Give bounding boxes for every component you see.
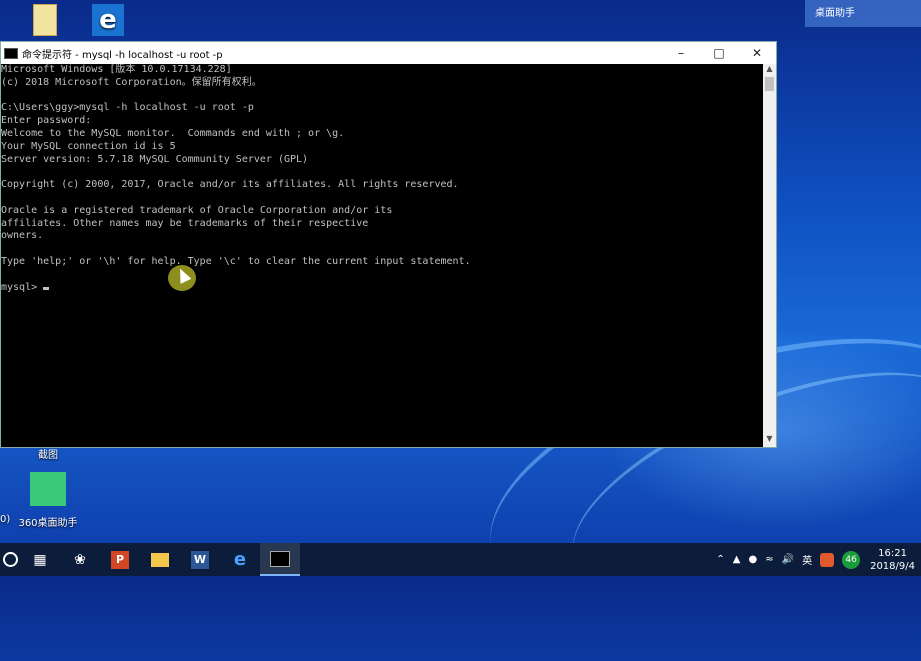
edge-desktop-icon[interactable]: e [88,4,128,40]
security-badge[interactable]: 46 [842,550,861,569]
console-line: affiliates. Other names may be trademark… [1,217,369,229]
pinwheel-icon: ❀ [74,551,86,568]
clock-date: 2018/9/4 [870,560,915,572]
desktop-assistant-label: 360桌面助手 [18,518,78,529]
task-view-icon: ▦ [33,551,47,568]
wifi-icon[interactable]: ≈ [765,554,773,565]
title-bar[interactable]: 命令提示符 - mysql -h localhost -u root -p – … [1,42,776,64]
cmd-icon [270,550,290,567]
partial-label: 0) [0,514,11,525]
mysql-prompt[interactable]: mysql> [1,282,764,295]
console-line: Microsoft Windows [版本 10.0.17134.228] [1,64,232,75]
desktop-assistant-icon [30,472,66,506]
ime-indicator[interactable]: 英 [802,552,812,567]
console-line: Server version: 5.7.18 MySQL Community S… [1,153,309,165]
vertical-scrollbar[interactable]: ▲ ▼ [763,64,776,447]
cmd-taskbar-button[interactable] [260,543,300,576]
screenshot-desktop-icon[interactable]: 截图 [28,446,68,461]
folder-icon [151,552,169,567]
powerpoint-icon: P [111,550,129,569]
partial-desktop-icon[interactable]: 0) [0,514,10,525]
cmd-window[interactable]: 命令提示符 - mysql -h localhost -u root -p – … [0,41,777,448]
people-icon[interactable]: ● [749,554,758,565]
cmd-icon [4,47,18,59]
console-line: Type 'help;' or '\h' for help. Type '\c'… [1,255,471,267]
close-button[interactable]: ✕ [738,46,776,60]
file-explorer-button[interactable] [140,543,180,576]
maximize-button[interactable]: □ [700,46,738,60]
window-title: 命令提示符 - mysql -h localhost -u root -p [22,49,223,61]
console-output[interactable]: Microsoft Windows [版本 10.0.17134.228] (c)… [1,64,764,447]
scroll-down-icon[interactable]: ▼ [763,434,776,447]
clock-time: 16:21 [878,547,907,559]
pinwheel-app-button[interactable]: ❀ [60,543,100,576]
taskbar: ▦ ❀ P W e ⌃ ▲ ● ≈ 🔊 英 46 16:21 2018/9/4 [0,543,921,576]
minimize-button[interactable]: – [662,46,700,60]
sogou-icon[interactable] [820,552,835,567]
clock[interactable]: 16:21 2018/9/4 [870,547,915,573]
system-tray: ⌃ ▲ ● ≈ 🔊 英 46 16:21 2018/9/4 [712,543,921,576]
console-line: Your MySQL connection id is 5 [1,140,176,152]
folder-doc-icon [33,4,57,36]
text-cursor [43,286,50,290]
console-line: Welcome to the MySQL monitor. Commands e… [1,127,345,139]
word-icon: W [191,550,209,569]
scroll-up-icon[interactable]: ▲ [763,64,776,77]
scroll-thumb[interactable] [765,77,774,91]
document-desktop-icon[interactable] [30,4,60,40]
console-line: Copyright (c) 2000, 2017, Oracle and/or … [1,179,459,191]
cortana-circle-icon [2,552,18,567]
powerpoint-button[interactable]: P [100,543,140,576]
console-line: Enter password: [1,115,92,127]
word-button[interactable]: W [180,543,220,576]
start-button[interactable] [0,543,20,576]
console-line: Oracle is a registered trademark of Orac… [1,204,393,216]
console-line: owners. [1,230,44,242]
edge-icon: e [92,4,124,36]
screenshot-label: 截图 [38,450,58,461]
task-view-button[interactable]: ▦ [20,543,60,576]
chevron-up-icon[interactable]: ⌃ [716,554,724,565]
volume-icon[interactable]: 🔊 [782,554,794,565]
desktop-assistant-panel[interactable]: 桌面助手 [805,0,921,27]
console-line: C:\Users\ggy>mysql -h localhost -u root … [1,102,254,114]
ie-button[interactable]: e [220,543,260,576]
notification-icon[interactable]: ▲ [733,554,741,565]
console-line: (c) 2018 Microsoft Corporation。保留所有权利。 [1,76,262,88]
desktop-assistant-shortcut[interactable]: 360桌面助手 [16,472,80,529]
edge-icon: e [233,549,247,570]
